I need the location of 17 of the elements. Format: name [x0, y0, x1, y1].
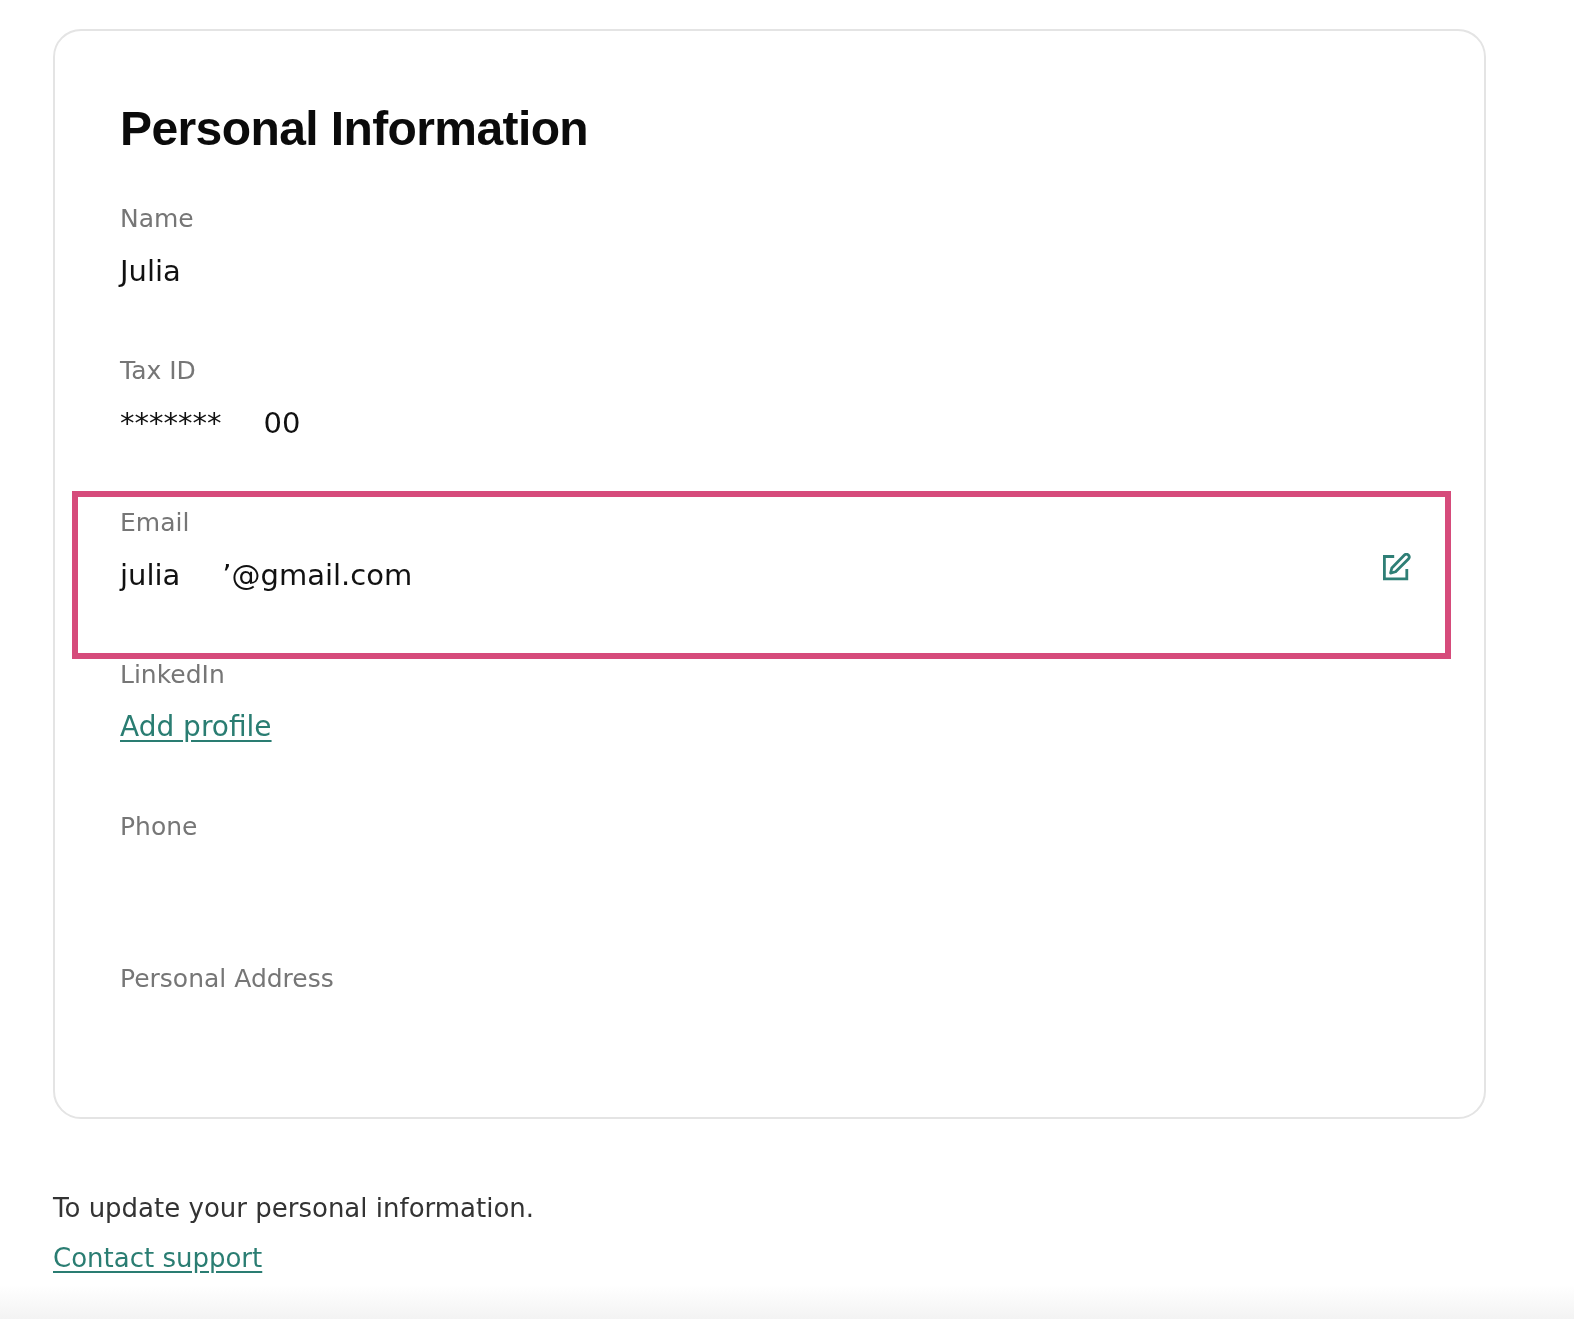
- field-label: Phone: [120, 811, 198, 843]
- field-label: Personal Address: [120, 963, 334, 995]
- contact-support-link[interactable]: Contact support: [53, 1241, 263, 1275]
- field-value: Julia: [120, 253, 181, 289]
- field-label: Name: [120, 203, 194, 235]
- field-value: julia: [120, 557, 181, 593]
- field-value: *******: [120, 405, 222, 441]
- field-link[interactable]: Add profile: [120, 709, 272, 745]
- field-value: ’@gmail.com: [222, 557, 413, 593]
- field-label: LinkedIn: [120, 659, 225, 691]
- edit-icon: [1383, 553, 1411, 581]
- edit-button[interactable]: [1383, 553, 1411, 581]
- footer-note: To update your personal information.: [53, 1192, 535, 1225]
- field-value: 00: [263, 405, 301, 441]
- field-label: Email: [120, 507, 190, 539]
- field-label: Tax ID: [120, 355, 196, 387]
- section-title: Personal Information: [120, 101, 590, 157]
